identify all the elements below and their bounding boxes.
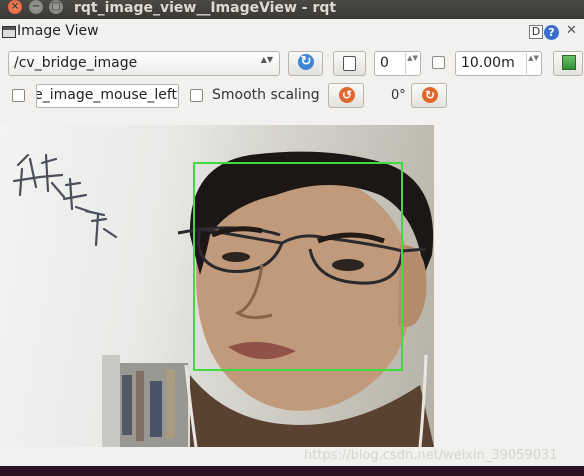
spinbox-value: 0 (380, 55, 389, 71)
number-spinbox[interactable]: 0 ▲▼ (374, 51, 421, 76)
refresh-topics-button[interactable]: ↻ (288, 51, 323, 76)
spinbox-enable-checkbox[interactable] (432, 56, 445, 69)
face-detection-box (193, 162, 403, 371)
screenshot-icon (562, 55, 576, 70)
dock-toggle-button[interactable]: D (529, 25, 543, 39)
save-icon (343, 56, 356, 71)
rate-spinbox[interactable]: 10.00m ▲▼ (455, 51, 542, 76)
maximize-window-button[interactable]: □ (49, 0, 63, 14)
smooth-scaling-checkbox[interactable] (190, 89, 203, 102)
refresh-icon: ↻ (298, 54, 314, 70)
chevron-updown-icon: ▲▼ (260, 55, 273, 64)
minimize-window-button[interactable]: − (29, 0, 43, 14)
topic-select[interactable]: /cv_bridge_image ▲▼ (8, 51, 280, 76)
rotate-left-button[interactable]: ↺ (328, 83, 364, 108)
rotate-right-button[interactable]: ↻ (411, 83, 447, 108)
rate-value: 10.00m (461, 55, 515, 71)
background-rack (102, 355, 188, 447)
close-window-button[interactable]: × (8, 0, 22, 14)
panel-header: Image View D ? ✕ (0, 22, 584, 42)
panel-title: Image View (17, 23, 99, 39)
terminal-strip (0, 466, 584, 476)
mouse-publish-checkbox[interactable] (12, 89, 25, 102)
spinbox-arrows-icon[interactable]: ▲▼ (405, 53, 419, 74)
help-button[interactable]: ? (544, 25, 559, 40)
mouse-topic-value: e_image_mouse_left (36, 87, 177, 103)
panel-window-icon (2, 26, 16, 38)
rate-arrows-icon[interactable]: ▲▼ (526, 53, 540, 74)
screenshot-button[interactable] (553, 51, 583, 76)
image-view-canvas[interactable] (0, 125, 434, 447)
rotation-angle: 0° (391, 88, 406, 103)
panel-close-button[interactable]: ✕ (566, 23, 577, 38)
topic-select-value: /cv_bridge_image (14, 55, 138, 71)
window-titlebar: × − □ rqt_image_view__ImageView - rqt (0, 0, 584, 19)
wall-handwriting (12, 153, 118, 247)
rotate-right-icon: ↻ (422, 87, 438, 103)
watermark-text: https://blog.csdn.net/weixin_39059031 (304, 448, 558, 463)
rotate-left-icon: ↺ (339, 87, 355, 103)
mouse-topic-input[interactable]: e_image_mouse_left (36, 84, 179, 108)
save-image-button[interactable] (333, 51, 366, 76)
smooth-scaling-label: Smooth scaling (212, 87, 320, 103)
window-title: rqt_image_view__ImageView - rqt (74, 0, 337, 16)
